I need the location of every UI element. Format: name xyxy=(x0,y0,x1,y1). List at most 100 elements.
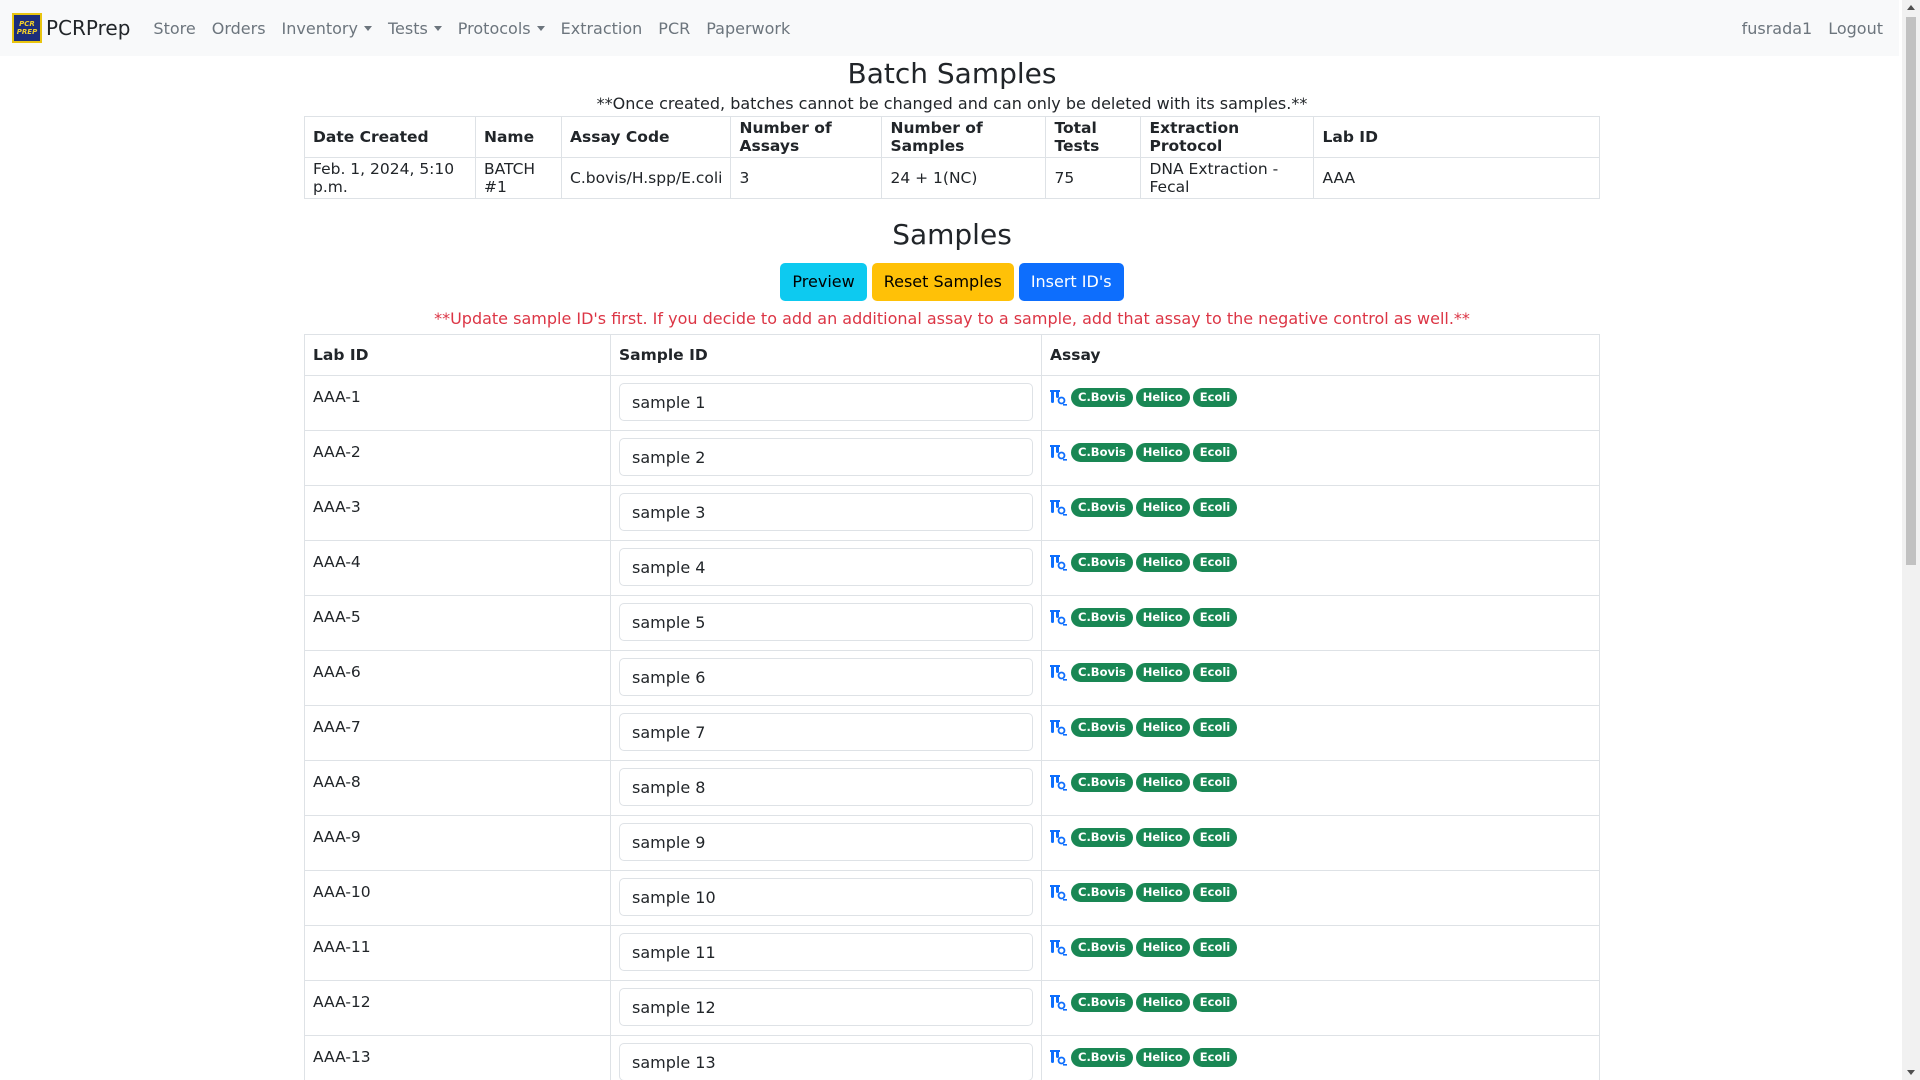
add-assay-tube-icon[interactable] xyxy=(1050,884,1067,901)
add-assay-tube-icon[interactable] xyxy=(1050,554,1067,571)
assay-badge-ecoli[interactable]: Ecoli xyxy=(1192,498,1238,517)
batch-header-total-tests: Total Tests xyxy=(1045,116,1142,158)
page-scrollbar[interactable] xyxy=(1902,0,1920,1080)
add-assay-tube-icon[interactable] xyxy=(1050,609,1067,626)
assay-badge-helico[interactable]: Helico xyxy=(1135,773,1190,792)
add-assay-tube-icon[interactable] xyxy=(1050,499,1067,516)
add-assay-tube-icon[interactable] xyxy=(1050,389,1067,406)
add-assay-tube-icon[interactable] xyxy=(1050,939,1067,956)
nav-inventory-link[interactable]: Inventory xyxy=(274,19,380,38)
nav-item-label: Protocols xyxy=(457,18,531,38)
assay-badge-helico[interactable]: Helico xyxy=(1135,938,1190,957)
assay-badge-cbovis[interactable]: C.Bovis xyxy=(1071,993,1133,1012)
assay-badge-cbovis[interactable]: C.Bovis xyxy=(1071,608,1133,627)
add-assay-tube-icon[interactable] xyxy=(1050,719,1067,736)
nav-paperwork-link[interactable]: Paperwork xyxy=(698,19,798,38)
sample-id-input[interactable] xyxy=(619,988,1033,1026)
navbar: PCR PREP PCRPrep Store Orders Inventory Tes… xyxy=(0,0,1899,56)
reset-samples-button[interactable]: Reset Samples xyxy=(871,263,1014,301)
add-assay-tube-icon[interactable] xyxy=(1050,994,1067,1011)
batch-cell-assay-code: C.bovis/H.spp/E.coli xyxy=(560,157,732,199)
assay-badge-cbovis[interactable]: C.Bovis xyxy=(1071,773,1133,792)
insert-ids-button[interactable]: Insert ID's xyxy=(1018,263,1124,301)
add-assay-tube-icon[interactable] xyxy=(1050,829,1067,846)
sample-id-input[interactable] xyxy=(619,603,1033,641)
brand-name[interactable]: PCRPrep xyxy=(46,16,130,40)
scroll-down-arrow-icon[interactable] xyxy=(1907,1070,1915,1075)
nav-store-link[interactable]: Store xyxy=(145,19,203,38)
assay-badge-ecoli[interactable]: Ecoli xyxy=(1192,1048,1238,1067)
assay-badge-ecoli[interactable]: Ecoli xyxy=(1192,993,1238,1012)
assay-badge-ecoli[interactable]: Ecoli xyxy=(1192,828,1238,847)
assay-badge-helico[interactable]: Helico xyxy=(1135,663,1190,682)
sample-id-cell xyxy=(610,430,1042,486)
assay-badge-cbovis[interactable]: C.Bovis xyxy=(1071,1048,1133,1067)
scroll-thumb[interactable] xyxy=(1906,17,1916,565)
assay-badge-cbovis[interactable]: C.Bovis xyxy=(1071,388,1133,407)
nav-protocols-link[interactable]: Protocols xyxy=(450,19,553,38)
add-assay-tube-icon[interactable] xyxy=(1050,1049,1067,1066)
assay-badge-cbovis[interactable]: C.Bovis xyxy=(1071,938,1133,957)
sample-assay-cell: C.Bovis Helico Ecoli xyxy=(1041,375,1600,431)
assay-badge-cbovis[interactable]: C.Bovis xyxy=(1071,718,1133,737)
nav-orders-link[interactable]: Orders xyxy=(204,19,274,38)
sample-id-input[interactable] xyxy=(619,658,1033,696)
sample-id-input[interactable] xyxy=(619,933,1033,971)
assay-badge-cbovis[interactable]: C.Bovis xyxy=(1071,828,1133,847)
add-assay-tube-icon[interactable] xyxy=(1050,774,1067,791)
assay-badge-ecoli[interactable]: Ecoli xyxy=(1192,883,1238,902)
assay-badge-helico[interactable]: Helico xyxy=(1135,828,1190,847)
nav-item-label: PCR xyxy=(658,18,691,38)
assay-badge-helico[interactable]: Helico xyxy=(1135,1048,1190,1067)
sample-id-input[interactable] xyxy=(619,878,1033,916)
assay-badge-helico[interactable]: Helico xyxy=(1135,718,1190,737)
assay-badge-cbovis[interactable]: C.Bovis xyxy=(1071,553,1133,572)
assay-badge-ecoli[interactable]: Ecoli xyxy=(1192,608,1238,627)
assay-badge-helico[interactable]: Helico xyxy=(1135,498,1190,517)
nav-user-link[interactable]: fusrada1 xyxy=(1734,19,1821,38)
sample-id-input[interactable] xyxy=(619,383,1033,421)
nav-tests-link[interactable]: Tests xyxy=(380,19,450,38)
assay-badge-helico[interactable]: Helico xyxy=(1135,993,1190,1012)
sample-id-input[interactable] xyxy=(619,438,1033,476)
assay-badge-ecoli[interactable]: Ecoli xyxy=(1192,773,1238,792)
sample-id-input[interactable] xyxy=(619,493,1033,531)
sample-id-input[interactable] xyxy=(619,1043,1033,1080)
preview-button[interactable]: Preview xyxy=(780,263,867,301)
assay-badge-cbovis[interactable]: C.Bovis xyxy=(1071,663,1133,682)
assay-badge-cbovis[interactable]: C.Bovis xyxy=(1071,443,1133,462)
assay-badge-helico[interactable]: Helico xyxy=(1135,608,1190,627)
assay-badge-ecoli[interactable]: Ecoli xyxy=(1192,388,1238,407)
nav-pcr-link[interactable]: PCR xyxy=(650,19,698,38)
sample-id-input[interactable] xyxy=(619,713,1033,751)
header-lab-id: Lab ID xyxy=(304,334,611,376)
nav-item-label: Tests xyxy=(387,18,428,38)
assay-badge-ecoli[interactable]: Ecoli xyxy=(1192,663,1238,682)
nav-logout-link[interactable]: Logout xyxy=(1820,19,1891,38)
nav-item-label: Store xyxy=(153,18,196,38)
assay-badge-ecoli[interactable]: Ecoli xyxy=(1192,553,1238,572)
assay-badge-helico[interactable]: Helico xyxy=(1135,553,1190,572)
assay-badge-helico[interactable]: Helico xyxy=(1135,388,1190,407)
add-assay-tube-icon[interactable] xyxy=(1050,444,1067,461)
sample-id-input[interactable] xyxy=(619,768,1033,806)
assay-badge-helico[interactable]: Helico xyxy=(1135,443,1190,462)
sample-lab-id: AAA-8 xyxy=(304,760,611,816)
sample-id-input[interactable] xyxy=(619,823,1033,861)
brand-link[interactable]: PCR PREP PCRPrep xyxy=(12,13,130,43)
nav-extraction-link[interactable]: Extraction xyxy=(553,19,651,38)
assay-badge-ecoli[interactable]: Ecoli xyxy=(1192,938,1238,957)
assay-badge-ecoli[interactable]: Ecoli xyxy=(1192,718,1238,737)
nav-user-area: fusrada1 Logout xyxy=(1734,0,1891,56)
sample-id-cell xyxy=(610,705,1042,761)
dropdown-caret-icon xyxy=(363,25,372,31)
sample-id-input[interactable] xyxy=(619,548,1033,586)
assay-badge-ecoli[interactable]: Ecoli xyxy=(1192,443,1238,462)
assay-badge-cbovis[interactable]: C.Bovis xyxy=(1071,883,1133,902)
add-assay-tube-icon[interactable] xyxy=(1050,664,1067,681)
assay-list: C.Bovis Helico Ecoli xyxy=(1050,608,1591,627)
assay-badge-cbovis[interactable]: C.Bovis xyxy=(1071,498,1133,517)
batch-header-date-created: Date Created xyxy=(304,116,476,158)
scroll-up-arrow-icon[interactable] xyxy=(1907,5,1915,10)
assay-badge-helico[interactable]: Helico xyxy=(1135,883,1190,902)
